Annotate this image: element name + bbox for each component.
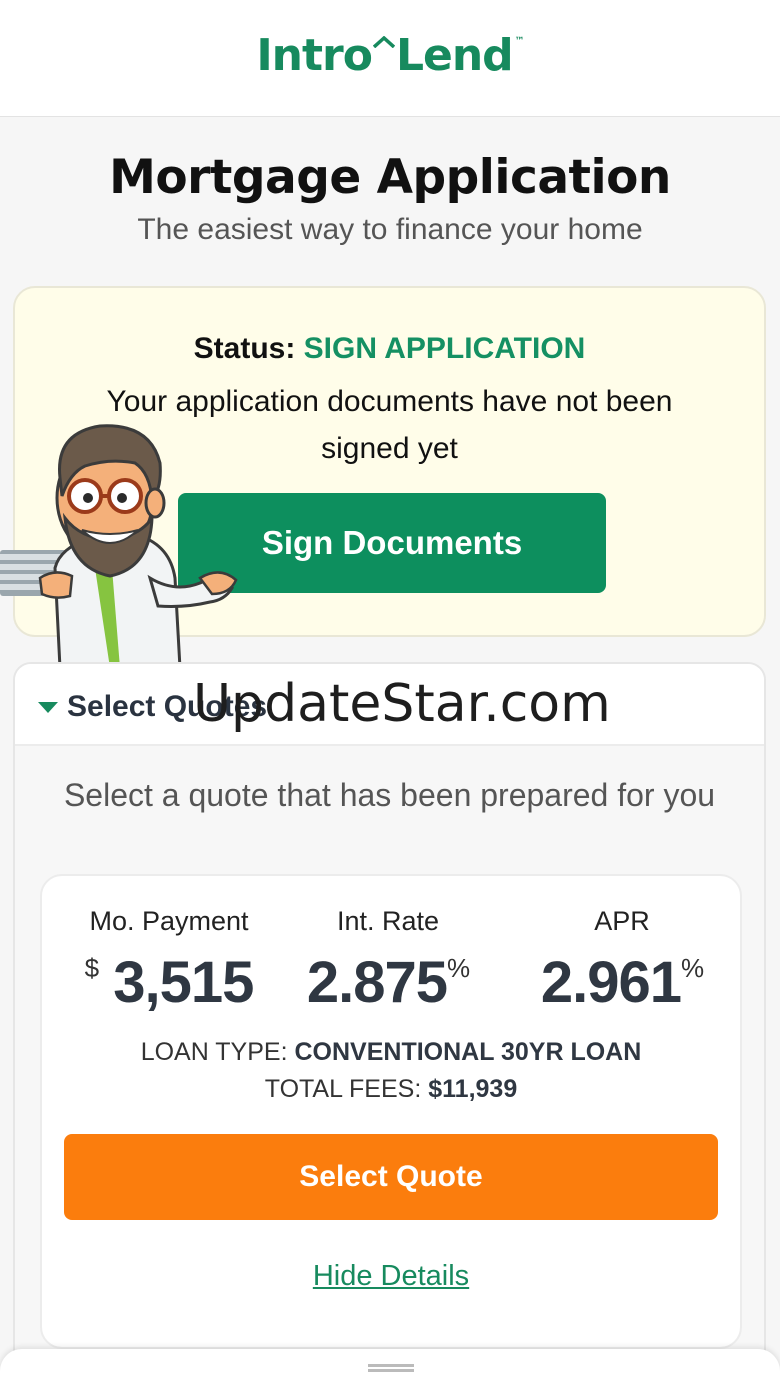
apr-value: 2.961	[540, 950, 682, 1015]
loan-type-line: LOAN TYPE: CONVENTIONAL 30YR LOAN	[42, 1038, 740, 1067]
introlend-logo[interactable]: Intro Lend ™	[0, 30, 780, 81]
total-fees-value: $11,939	[428, 1075, 518, 1103]
select-quotes-header[interactable]: Select Quotes UpdateStar.com	[15, 664, 764, 746]
page-title: Mortgage Application	[109, 150, 671, 205]
drag-handle-icon[interactable]	[368, 1364, 414, 1372]
monthly-payment-metric: Mo. Payment $ 3,515	[74, 906, 264, 1016]
apr-metric: APR 2.961%	[522, 906, 722, 1016]
select-quotes-panel: Select Quotes UpdateStar.com Select a qu…	[13, 662, 766, 1387]
interest-rate-metric: Int. Rate 2.875%	[288, 906, 488, 1016]
hide-details-link[interactable]: Hide Details	[42, 1260, 740, 1293]
loan-type-value: CONVENTIONAL 30YR LOAN	[294, 1038, 642, 1066]
interest-rate-value-row: 2.875%	[288, 949, 488, 1016]
logo-text-right: Lend	[395, 30, 514, 81]
apr-value-row: 2.961%	[522, 949, 722, 1016]
quotes-intro-text: Select a quote that has been prepared fo…	[63, 777, 716, 813]
select-quote-button[interactable]: Select Quote	[64, 1134, 718, 1220]
status-line: Status: SIGN APPLICATION	[15, 332, 764, 366]
quote-card: Mo. Payment $ 3,515 Int. Rate 2.875% APR…	[40, 874, 742, 1349]
caret-down-icon[interactable]	[38, 702, 58, 713]
total-fees-line: TOTAL FEES: $11,939	[42, 1075, 740, 1104]
loan-type-label: LOAN TYPE:	[140, 1038, 288, 1066]
sign-documents-button[interactable]: Sign Documents	[178, 493, 606, 593]
logo-text-left: Intro	[256, 30, 373, 81]
mascot-illustration	[0, 424, 238, 668]
logo-trademark: ™	[514, 36, 525, 47]
interest-rate-label: Int. Rate	[336, 906, 440, 936]
status-value: SIGN APPLICATION	[303, 332, 586, 365]
apr-unit: %	[681, 953, 704, 983]
apr-label: APR	[594, 906, 650, 936]
bottom-sheet[interactable]	[0, 1349, 780, 1387]
watermark: UpdateStar.com	[193, 674, 611, 734]
total-fees-label: TOTAL FEES:	[264, 1075, 422, 1103]
monthly-payment-label: Mo. Payment	[89, 906, 249, 936]
monthly-payment-value-row: $ 3,515	[74, 949, 264, 1016]
roof-icon	[372, 36, 395, 48]
status-label: Status:	[193, 332, 296, 365]
currency-symbol: $	[84, 953, 100, 983]
interest-rate-value: 2.875	[306, 950, 448, 1015]
top-bar: Intro Lend ™	[0, 0, 780, 117]
interest-rate-unit: %	[447, 953, 470, 983]
monthly-payment-value: 3,515	[113, 950, 254, 1015]
page-subtitle: The easiest way to finance your home	[137, 213, 643, 246]
